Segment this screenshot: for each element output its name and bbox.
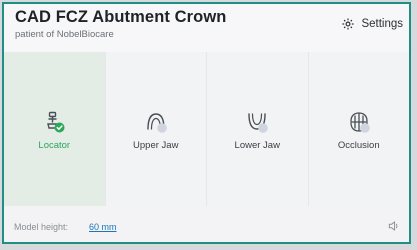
model-height-label: Model height: — [14, 222, 69, 232]
speaker-icon[interactable] — [387, 219, 401, 233]
tile-label: Upper Jaw — [133, 140, 179, 151]
gear-icon — [341, 17, 355, 31]
footer: Model height: 60 mm — [4, 206, 409, 242]
model-height-value[interactable]: 60 mm — [89, 222, 117, 232]
tile-occlusion[interactable]: Occlusion — [308, 52, 409, 210]
tile-label: Lower Jaw — [234, 140, 280, 151]
lower-jaw-icon — [245, 110, 269, 134]
header: CAD FCZ Abutment Crown patient of NobelB… — [4, 4, 409, 52]
tile-label: Occlusion — [337, 140, 380, 151]
tile-upper-jaw[interactable]: Upper Jaw — [105, 52, 207, 210]
settings-label: Settings — [361, 18, 403, 30]
tile-label: Locator — [38, 140, 71, 151]
upper-jaw-icon — [144, 110, 168, 134]
page-subtitle: patient of NobelBiocare — [15, 29, 114, 40]
occlusion-icon — [347, 110, 371, 134]
scan-steps: Locator Upper Jaw Lower Jaw Occlusion — [4, 52, 409, 210]
page-title: CAD FCZ Abutment Crown — [15, 8, 227, 26]
locator-icon — [42, 110, 66, 134]
app-window: CAD FCZ Abutment Crown patient of NobelB… — [2, 2, 411, 244]
tile-locator[interactable]: Locator — [4, 52, 106, 210]
tile-lower-jaw[interactable]: Lower Jaw — [207, 52, 309, 210]
settings-button[interactable]: Settings — [337, 15, 407, 33]
